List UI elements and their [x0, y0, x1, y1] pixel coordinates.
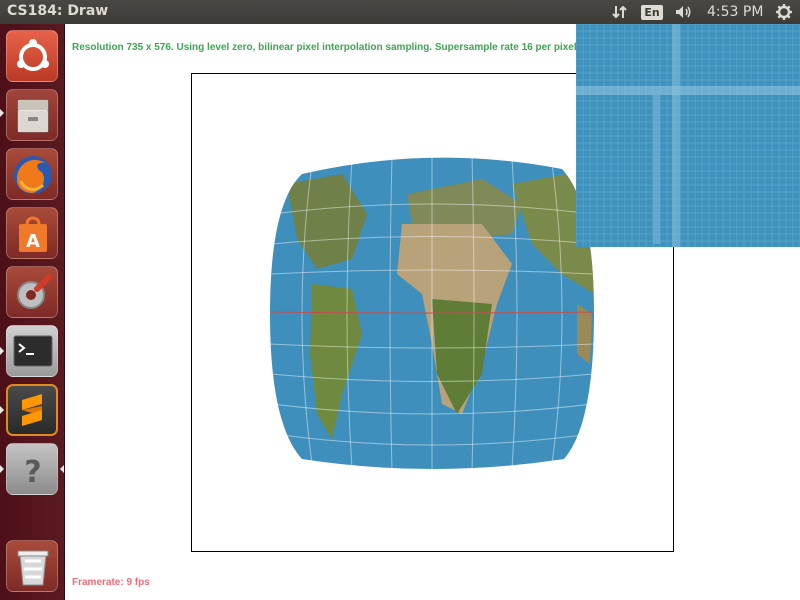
window-title: CS184: Draw — [7, 3, 109, 19]
software-center-icon[interactable]: A — [6, 207, 58, 259]
network-arrows-icon[interactable] — [606, 0, 634, 24]
status-text: Resolution 735 x 576. Using level zero, … — [72, 42, 580, 53]
system-settings-icon[interactable] — [6, 266, 58, 318]
top-panel: CS184: Draw En 4:53 PM — [0, 0, 800, 24]
power-gear-icon[interactable] — [770, 0, 798, 24]
svg-text:?: ? — [24, 455, 41, 490]
zoom-inset — [576, 24, 800, 247]
running-indicator — [0, 109, 4, 117]
running-indicator — [0, 347, 4, 355]
language-indicator[interactable]: En — [641, 0, 663, 24]
files-icon[interactable] — [6, 89, 58, 141]
firefox-icon[interactable] — [6, 148, 58, 200]
svg-text:A: A — [26, 231, 40, 252]
framerate-text: Framerate: 9 fps — [72, 577, 150, 588]
focused-indicator — [60, 465, 64, 473]
ubuntu-dash-icon[interactable] — [6, 30, 58, 82]
trash-icon[interactable] — [6, 540, 58, 592]
running-indicator — [0, 406, 4, 414]
clock[interactable]: 4:53 PM — [707, 0, 767, 24]
volume-icon[interactable] — [670, 0, 698, 24]
running-indicator — [0, 465, 4, 473]
terminal-icon[interactable] — [6, 325, 58, 377]
launcher: A ? — [0, 24, 65, 600]
language-label: En — [641, 4, 663, 20]
sublime-text-icon[interactable] — [6, 384, 58, 436]
unknown-app-icon[interactable]: ? — [6, 443, 58, 495]
